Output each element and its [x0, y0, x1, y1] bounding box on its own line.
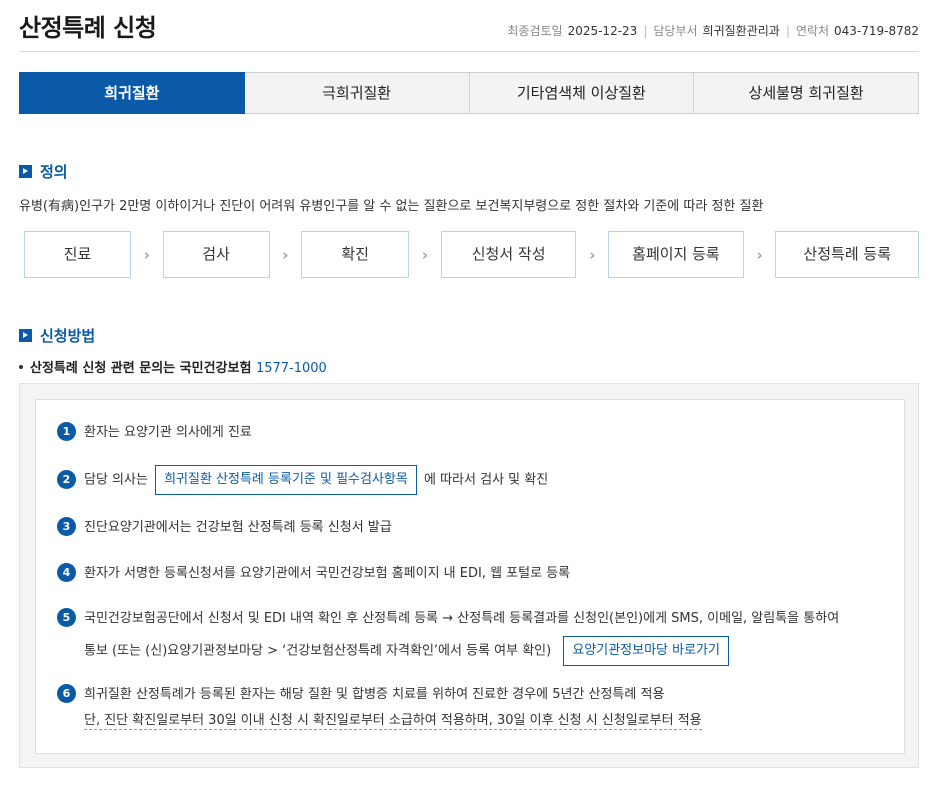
chevron-right-icon: ›	[143, 245, 150, 264]
list-item: 6 희귀질환 산정특례가 등록된 환자는 해당 질환 및 합병증 치료를 위하여 …	[57, 682, 702, 734]
page-meta: 최종검토일 2025-12-23 | 담당부서 희귀질환관리과 | 연락처 043-719-8…	[507, 22, 919, 39]
chevron-right-icon: ›	[589, 245, 596, 264]
review-date: 2025-12-23	[567, 24, 638, 38]
step-diagnosis: 확진	[301, 231, 410, 278]
meta-divider: |	[785, 24, 790, 38]
section-arrow-icon	[19, 165, 32, 178]
item-text: 진단요양기관에서는 건강보험 산정특례 등록 신청서 발급	[84, 520, 392, 535]
tab-rare-disease[interactable]: 희귀질환	[19, 72, 245, 114]
page-header: 산정특례 신청 최종검토일 2025-12-23 | 담당부서 희귀질환관리과 | 연락처 0…	[19, 0, 919, 52]
meta-divider: |	[643, 24, 648, 38]
review-date-label: 최종검토일	[507, 24, 563, 38]
contact-number: 043-719-8782	[833, 24, 919, 38]
item-text: 환자가 서명한 등록신청서를 요양기관에서 국민건강보험 홈페이지 내 EDI,…	[84, 566, 571, 581]
item-text: 단, 진단 확진일로부터 30일 이내 신청 시 확진일로부터 소급하여 적용하…	[84, 713, 702, 730]
tab-ultra-rare-disease[interactable]: 극희귀질환	[244, 72, 470, 114]
application-steps-panel: 1 환자는 요양기관 의사에게 진료 2 담당 의사는 희귀질환 산정특례 등록기준…	[35, 399, 905, 754]
provider-info-portal-link[interactable]: 요양기관정보마당 바로가기	[563, 636, 729, 666]
item-text: 담당 의사는	[84, 472, 148, 488]
tab-chromosomal-disorder[interactable]: 기타염색체 이상질환	[469, 72, 695, 114]
item-text: 국민건강보험공단에서 신청서 및 EDI 내역 확인 후 산정특례 등록 → 산…	[84, 611, 840, 626]
step-number-badge: 5	[57, 608, 76, 627]
list-item: 2 담당 의사는 희귀질환 산정특례 등록기준 및 필수검사항목 에 따라서 검사…	[57, 465, 548, 495]
definition-section-title: 정의	[19, 161, 68, 182]
step-number-badge: 1	[57, 422, 76, 441]
tab-unspecified-rare-disease[interactable]: 상세불명 희귀질환	[694, 72, 919, 114]
item-text: 희귀질환 산정특례가 등록된 환자는 해당 질환 및 합병증 치료를 위하여 진…	[84, 687, 665, 702]
item-text: 에 따라서 검사 및 확진	[424, 472, 549, 488]
step-homepage-registration: 홈페이지 등록	[608, 231, 744, 278]
chevron-right-icon: ›	[756, 245, 763, 264]
application-title: 신청방법	[40, 327, 96, 345]
step-number-badge: 2	[57, 469, 76, 489]
department: 희귀질환관리과	[702, 24, 780, 38]
step-number-badge: 4	[57, 563, 76, 582]
step-application-form: 신청서 작성	[440, 231, 577, 278]
definition-title: 정의	[40, 163, 68, 181]
bullet-icon	[19, 365, 23, 369]
registration-criteria-link[interactable]: 희귀질환 산정특례 등록기준 및 필수검사항목	[155, 465, 417, 495]
list-item: 4 환자가 서명한 등록신청서를 요양기관에서 국민건강보험 홈페이지 내 EDI…	[57, 561, 570, 587]
contact-label: 연락처	[795, 24, 829, 38]
application-steps-box: 1 환자는 요양기관 의사에게 진료 2 담당 의사는 희귀질환 산정특례 등록기준…	[19, 383, 919, 768]
step-test: 검사	[162, 231, 270, 278]
disease-tabs: 희귀질환 극희귀질환 기타염색체 이상질환 상세불명 희귀질환	[19, 72, 919, 114]
step-number-badge: 6	[57, 684, 76, 703]
inquiry-phone: 1577-1000	[255, 361, 327, 376]
inquiry-note-text: 산정특례 신청 관련 문의는 국민건강보험	[30, 361, 252, 376]
step-special-case-registration: 산정특례 등록	[775, 231, 919, 278]
chevron-right-icon: ›	[421, 245, 429, 264]
item-text: 환자는 요양기관 의사에게 진료	[84, 425, 252, 440]
page-title: 산정특례 신청	[19, 14, 157, 42]
chevron-right-icon: ›	[282, 245, 289, 264]
list-item: 3 진단요양기관에서는 건강보험 산정특례 등록 신청서 발급	[57, 515, 392, 541]
section-arrow-icon	[19, 329, 32, 342]
step-number-badge: 3	[57, 517, 76, 536]
list-item: 1 환자는 요양기관 의사에게 진료	[57, 420, 252, 446]
list-item: 5 국민건강보험공단에서 신청서 및 EDI 내역 확인 후 산정특례 등록 → …	[57, 606, 839, 666]
application-section-title: 신청방법	[19, 325, 95, 346]
department-label: 담당부서	[653, 24, 698, 38]
process-steps: 진료 › 검사 › 확진 › 신청서 작성 › 홈페이지 등록 › 산정특례 등…	[24, 231, 919, 278]
definition-text: 유병(有病)인구가 2만명 이하이거나 진단이 어려워 유병인구를 알 수 없는…	[19, 199, 764, 214]
inquiry-note: 산정특례 신청 관련 문의는 국민건강보험 1577-1000	[19, 357, 327, 376]
step-consultation: 진료	[24, 231, 131, 278]
item-text: 통보 (또는 (신)요양기관정보마당 > ‘건강보험산정특례 자격확인’에서 등…	[84, 643, 552, 659]
